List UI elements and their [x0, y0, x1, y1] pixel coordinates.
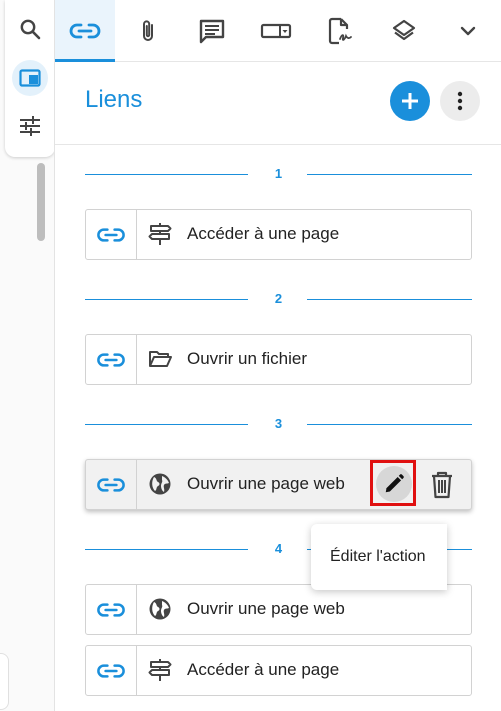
side-stub [0, 653, 9, 710]
page-divider-2: 2 [85, 289, 472, 309]
add-link-button[interactable] [390, 81, 430, 121]
tab-attachments[interactable] [118, 0, 178, 61]
sliders-icon [20, 116, 40, 136]
tab-form-fields[interactable] [246, 0, 306, 61]
link-action-label: Ouvrir une page web [187, 599, 345, 618]
link-row[interactable]: Accéder à une page [85, 645, 472, 696]
tab-signatures[interactable] [310, 0, 370, 61]
link-icon [69, 23, 101, 38]
page-divider-3: 3 [85, 414, 472, 434]
tab-links[interactable] [55, 0, 115, 62]
links-panel: Liens 1 Accéder à une page 2 Ouvrir un f… [54, 0, 501, 711]
chevron-down-icon [460, 26, 476, 35]
link-row[interactable]: Accéder à une page [85, 209, 472, 260]
settings-button[interactable] [12, 108, 48, 144]
link-row[interactable]: Ouvrir une page web [85, 584, 472, 635]
link-cell [86, 460, 137, 509]
link-cell [86, 210, 137, 259]
link-action-label: Ouvrir une page web [187, 474, 345, 493]
link-icon [97, 602, 125, 617]
link-row[interactable]: Ouvrir une page web [85, 459, 472, 510]
tab-bar [55, 0, 501, 62]
plus-icon [402, 93, 418, 109]
panel-title: Liens [85, 86, 143, 113]
tab-more[interactable] [438, 0, 498, 61]
tab-comments[interactable] [182, 0, 242, 61]
signpost-icon [148, 223, 172, 245]
link-action-label: Ouvrir un fichier [187, 349, 307, 368]
folder-open-icon [149, 351, 172, 367]
panel-icon [19, 69, 41, 87]
link-action-label: Accéder à une page [187, 660, 340, 679]
left-toolbar-card [5, 0, 55, 157]
trash-icon [432, 471, 452, 499]
signature-icon [328, 17, 352, 44]
more-vertical-icon [457, 91, 463, 111]
edit-action-tooltip: Éditer l'action [311, 524, 447, 590]
link-icon [97, 663, 125, 678]
link-icon [97, 227, 125, 242]
paperclip-icon [143, 19, 153, 41]
more-options-button[interactable] [440, 81, 480, 121]
tooltip-text: Éditer l'action [330, 548, 426, 565]
link-action-label: Accéder à une page [187, 224, 340, 243]
search-icon [20, 19, 41, 40]
link-cell [86, 585, 137, 634]
signpost-icon [148, 659, 172, 681]
link-icon [97, 352, 125, 367]
comment-icon [199, 19, 225, 43]
scrollbar-thumb[interactable] [37, 163, 45, 241]
globe-icon [149, 473, 171, 495]
left-toolbar [0, 0, 55, 711]
edit-button-highlight [370, 460, 416, 506]
panel-header: Liens [55, 62, 501, 145]
tab-layers[interactable] [374, 0, 434, 61]
delete-action-button[interactable] [426, 470, 458, 500]
link-icon [97, 477, 125, 492]
link-cell [86, 646, 137, 695]
link-cell [86, 335, 137, 384]
globe-icon [149, 598, 171, 620]
link-row[interactable]: Ouvrir un fichier [85, 334, 472, 385]
page-divider-1: 1 [85, 164, 472, 184]
search-button[interactable] [12, 11, 48, 47]
panel-toggle-button[interactable] [12, 60, 48, 96]
form-field-icon [260, 23, 292, 38]
layers-icon [392, 19, 416, 40]
